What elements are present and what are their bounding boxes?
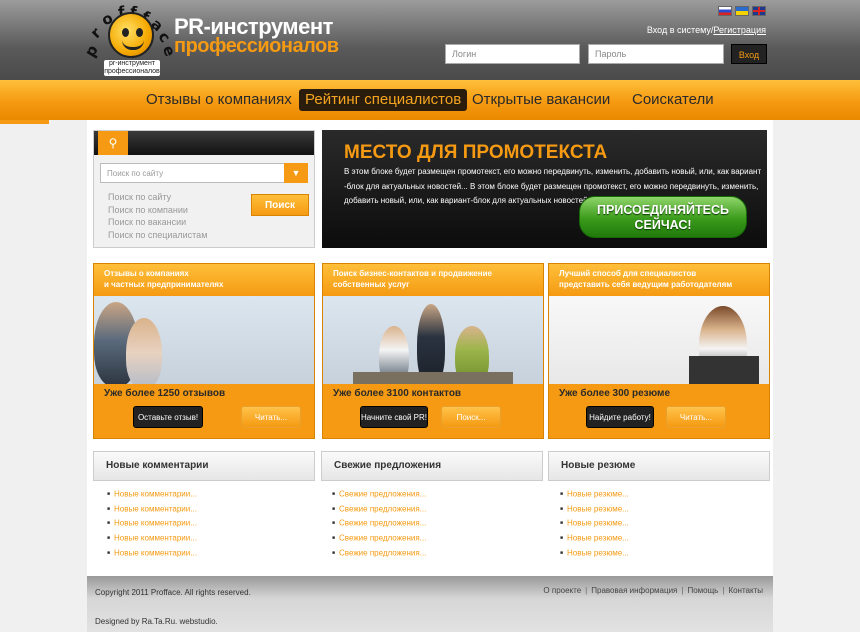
logo-subtitle: pr-инструмент профессионалов <box>104 60 160 76</box>
login-prompt: Вход в систему/Регистрация <box>647 25 766 35</box>
offers-list: Свежие предложения... Свежие предложения… <box>332 487 426 561</box>
designed-by: Designed by Ra.Ta.Ru. webstudio. <box>95 617 218 626</box>
list-item[interactable]: Свежие предложения... <box>332 531 426 546</box>
search-options: Поиск по сайту Поиск по компании Поиск п… <box>108 191 207 241</box>
list-item[interactable]: Новые комментарии... <box>107 502 197 517</box>
footer-link-help[interactable]: Помощь <box>687 586 718 595</box>
find-job-button[interactable]: Найдите работу! <box>586 406 654 428</box>
nav-item-ratings[interactable]: Рейтинг специалистов <box>299 89 468 111</box>
search-contacts-button[interactable]: Поиск... <box>441 406 501 428</box>
list-item[interactable]: Свежие предложения... <box>332 516 426 531</box>
read-reviews-button[interactable]: Читать... <box>241 406 301 428</box>
login-button[interactable]: Вход <box>731 44 767 64</box>
footer-link-about[interactable]: О проекте <box>543 586 581 595</box>
promo-title: МЕСТО ДЛЯ ПРОМОТЕКСТА <box>344 142 608 163</box>
main-nav: Отзывы о компаниях Рейтинг специалистов … <box>0 80 860 120</box>
card-photo <box>323 296 543 384</box>
brand-line-2: профессионалов <box>174 35 339 57</box>
list-item[interactable]: Новые комментарии... <box>107 531 197 546</box>
list-item[interactable]: Новые резюме... <box>560 531 629 546</box>
start-pr-button[interactable]: Начните свой PR! <box>360 406 428 428</box>
card-photo <box>549 296 769 384</box>
card-photo <box>94 296 314 384</box>
list-item[interactable]: Новые резюме... <box>560 487 629 502</box>
list-item[interactable]: Новые резюме... <box>560 502 629 517</box>
promo-banner: МЕСТО ДЛЯ ПРОМОТЕКСТА В этом блоке будет… <box>322 130 767 248</box>
chevron-down-icon[interactable]: ▼ <box>284 163 308 183</box>
list-item[interactable]: Свежие предложения... <box>332 546 426 561</box>
list-item[interactable]: Новые резюме... <box>560 546 629 561</box>
card-contacts: Поиск бизнес-контактов и продвижение соб… <box>322 263 544 439</box>
search-option[interactable]: Поиск по вакансии <box>108 216 207 229</box>
search-button[interactable]: Поиск <box>251 194 309 216</box>
comments-list: Новые комментарии... Новые комментарии..… <box>107 487 197 561</box>
reviews-count: Уже более 1250 отзывов <box>104 388 226 399</box>
comments-heading: Новые комментарии <box>93 451 315 481</box>
search-icon: ⚲ <box>98 131 128 155</box>
list-item[interactable]: Свежие предложения... <box>332 487 426 502</box>
nav-underline <box>0 120 49 124</box>
flag-ua-icon[interactable] <box>735 6 749 16</box>
list-item[interactable]: Свежие предложения... <box>332 502 426 517</box>
search-panel: ⚲ Поиск по сайту ▼ Поиск по сайту Поиск … <box>93 130 315 248</box>
nav-item-reviews[interactable]: Отзывы о компаниях <box>140 89 298 111</box>
list-item[interactable]: Новые комментарии... <box>107 487 197 502</box>
nav-item-vacancies[interactable]: Открытые вакансии <box>466 89 616 111</box>
flag-ru-icon[interactable] <box>718 6 732 16</box>
footer-links: О проекте | Правовая информация | Помощь | Кон… <box>543 586 763 595</box>
footer-link-legal[interactable]: Правовая информация <box>591 586 677 595</box>
search-option[interactable]: Поиск по компании <box>108 204 207 217</box>
list-item[interactable]: Новые комментарии... <box>107 546 197 561</box>
card-resumes: Лучший способ для специалистов представи… <box>548 263 770 439</box>
contacts-count: Уже более 3100 контактов <box>333 388 462 399</box>
resumes-count: Уже более 300 резюме <box>559 388 671 399</box>
search-option[interactable]: Поиск по сайту <box>108 191 207 204</box>
language-flags <box>718 6 766 16</box>
offers-heading: Свежие предложения <box>321 451 543 481</box>
password-input[interactable]: Пароль <box>588 44 724 64</box>
footer-link-contacts[interactable]: Контакты <box>728 586 763 595</box>
search-input[interactable]: Поиск по сайту <box>100 163 308 183</box>
list-item[interactable]: Новые комментарии... <box>107 516 197 531</box>
read-resumes-button[interactable]: Читать... <box>666 406 726 428</box>
resumes-list: Новые резюме... Новые резюме... Новые ре… <box>560 487 629 561</box>
search-option[interactable]: Поиск по специалистам <box>108 229 207 242</box>
site-footer: Copyright 2011 Profface. All rights rese… <box>87 576 773 632</box>
register-link[interactable]: Регистрация <box>713 25 766 35</box>
nav-item-applicants[interactable]: Соискатели <box>626 89 720 111</box>
list-item[interactable]: Новые резюме... <box>560 516 629 531</box>
site-header: p r o f f f a c e pr-инструмент професси… <box>0 0 860 80</box>
join-now-button[interactable]: ПРИСОЕДИНЯЙТЕСЬ СЕЙЧАС! <box>579 196 747 238</box>
login-text: Вход в систему/ <box>646 25 714 35</box>
flag-uk-icon[interactable] <box>752 6 766 16</box>
copyright: Copyright 2011 Profface. All rights rese… <box>95 588 251 597</box>
card-reviews: Отзывы о компаниях и частных предпринима… <box>93 263 315 439</box>
leave-review-button[interactable]: Оставьте отзыв! <box>133 406 203 428</box>
resumes-heading: Новые резюме <box>548 451 770 481</box>
login-input[interactable]: Логин <box>445 44 580 64</box>
logo-sun-icon <box>108 12 154 58</box>
